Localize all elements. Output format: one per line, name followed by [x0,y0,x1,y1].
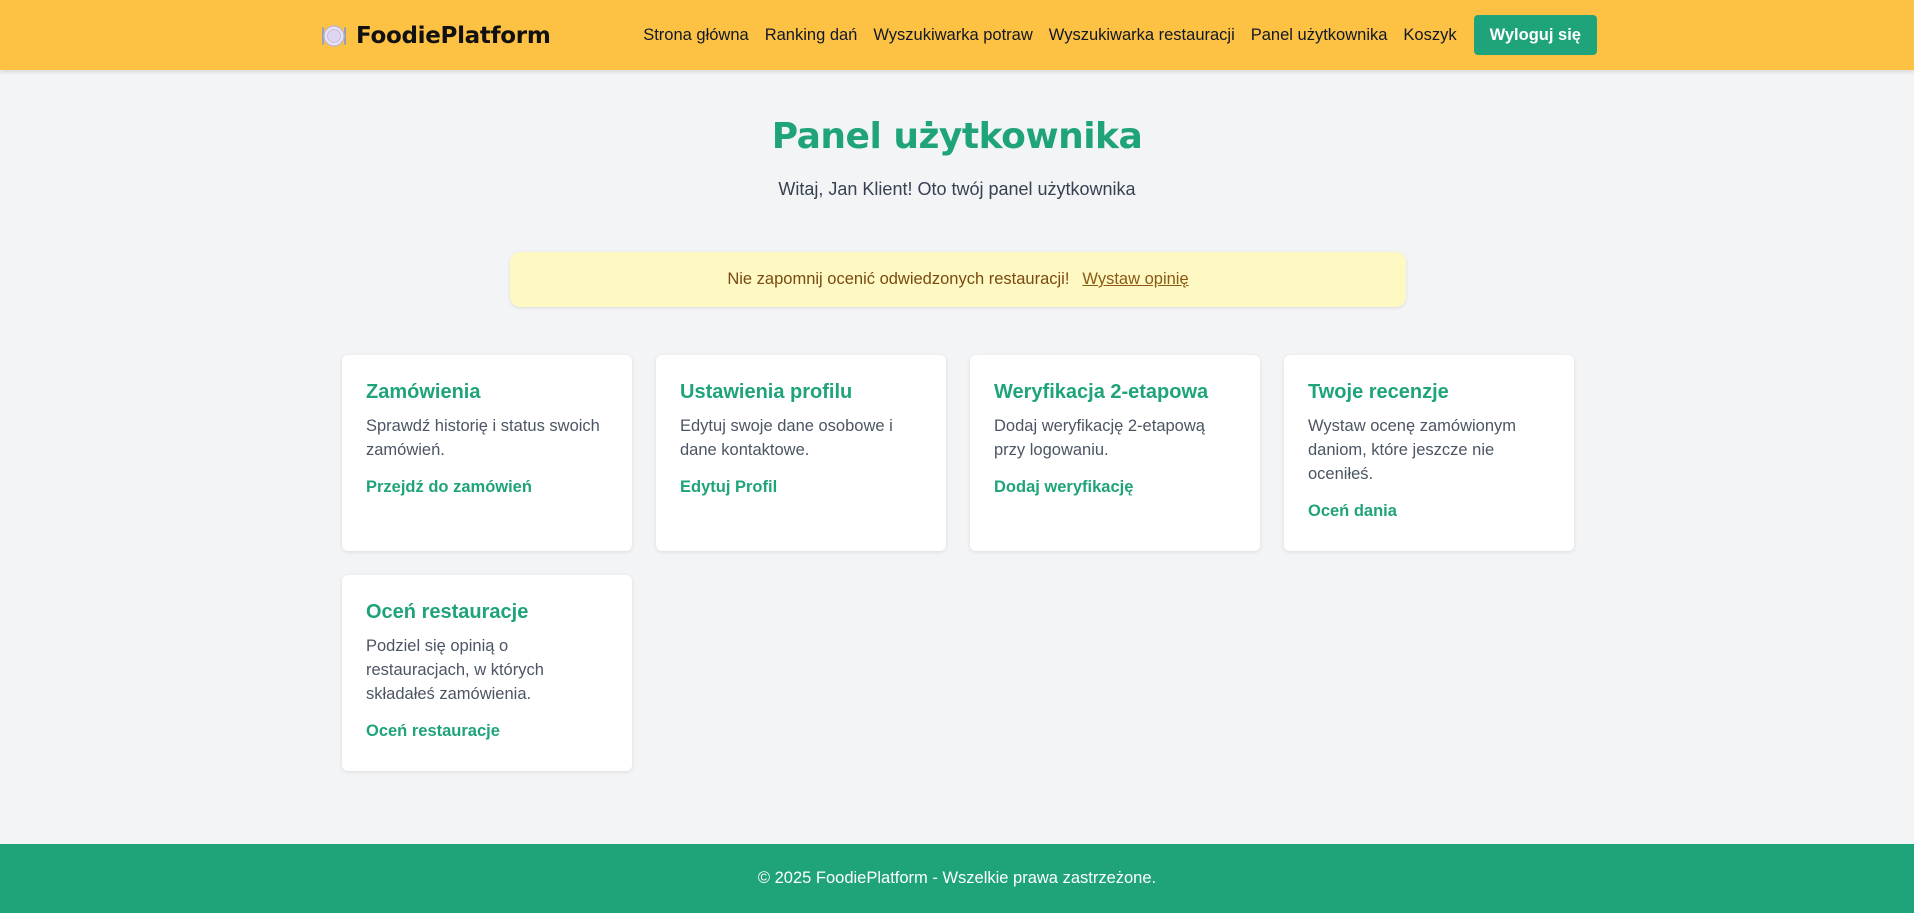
nav-link-user-panel[interactable]: Panel użytkownika [1251,26,1388,45]
nav-link-restaurant-search[interactable]: Wyszukiwarka restauracji [1049,26,1235,45]
card-rate-restaurants: Oceń restauracje Podziel się opinią o re… [342,575,632,771]
copyright-text: © 2025 FoodiePlatform - Wszelkie prawa z… [757,869,1157,887]
nav-link-dish-ranking[interactable]: Ranking dań [765,26,858,45]
review-reminder-banner: Nie zapomnij ocenić odwiedzonych restaur… [510,252,1406,307]
nav-link-cart[interactable]: Koszyk [1403,26,1456,45]
card-description: Dodaj weryfikację 2-etapową przy logowan… [994,417,1205,459]
card-title: Ustawienia profilu [680,381,853,403]
card-description: Sprawdź historię i status swoich zamówie… [366,417,600,459]
welcome-subtitle: Witaj, Jan Klient! Oto twój panel użytko… [778,179,1136,199]
footer: © 2025 FoodiePlatform - Wszelkie prawa z… [0,844,1914,913]
nav-link-home[interactable]: Strona główna [643,26,749,45]
page-title: Panel użytkownika [771,116,1143,157]
logout-button[interactable]: Wyloguj się [1473,15,1597,55]
card-orders: Zamówienia Sprawdź historię i status swo… [342,355,632,551]
write-review-link[interactable]: Wystaw opinię [1082,270,1188,289]
rate-restaurants-link[interactable]: Oceń restauracje [366,722,500,741]
add-verification-link[interactable]: Dodaj weryfikację [994,478,1133,497]
main-nav: Strona główna Ranking dań Wyszukiwarka p… [643,15,1597,55]
card-title: Zamówienia [366,381,481,403]
reminder-text: Nie zapomnij ocenić odwiedzonych restaur… [727,270,1070,288]
card-your-reviews: Twoje recenzje Wystaw ocenę zamówionym d… [1284,355,1574,551]
logo-link[interactable]: FoodiePlatform [321,20,551,52]
card-description: Wystaw ocenę zamówionym daniom, które je… [1308,417,1517,483]
card-title: Oceń restauracje [366,601,529,623]
card-profile-settings: Ustawienia profilu Edytuj swoje dane oso… [656,355,946,551]
card-title: Twoje recenzje [1308,381,1449,403]
go-to-orders-link[interactable]: Przejdź do zamówień [366,478,532,497]
card-title: Weryfikacja 2-etapowa [994,381,1209,403]
nav-link-dish-search[interactable]: Wyszukiwarka potraw [873,26,1032,45]
logo-text: FoodiePlatform [356,23,551,49]
edit-profile-link[interactable]: Edytuj Profil [680,478,777,497]
rate-dishes-link[interactable]: Oceń dania [1308,502,1397,521]
plate-icon [321,23,347,49]
card-description: Podziel się opinią o restauracjach, w kt… [366,637,544,703]
card-description: Edytuj swoje dane osobowe i dane kontakt… [680,417,893,459]
top-navbar: FoodiePlatform Strona główna Ranking dań… [0,0,1914,70]
card-two-factor: Weryfikacja 2-etapowa Dodaj weryfikację … [970,355,1260,551]
